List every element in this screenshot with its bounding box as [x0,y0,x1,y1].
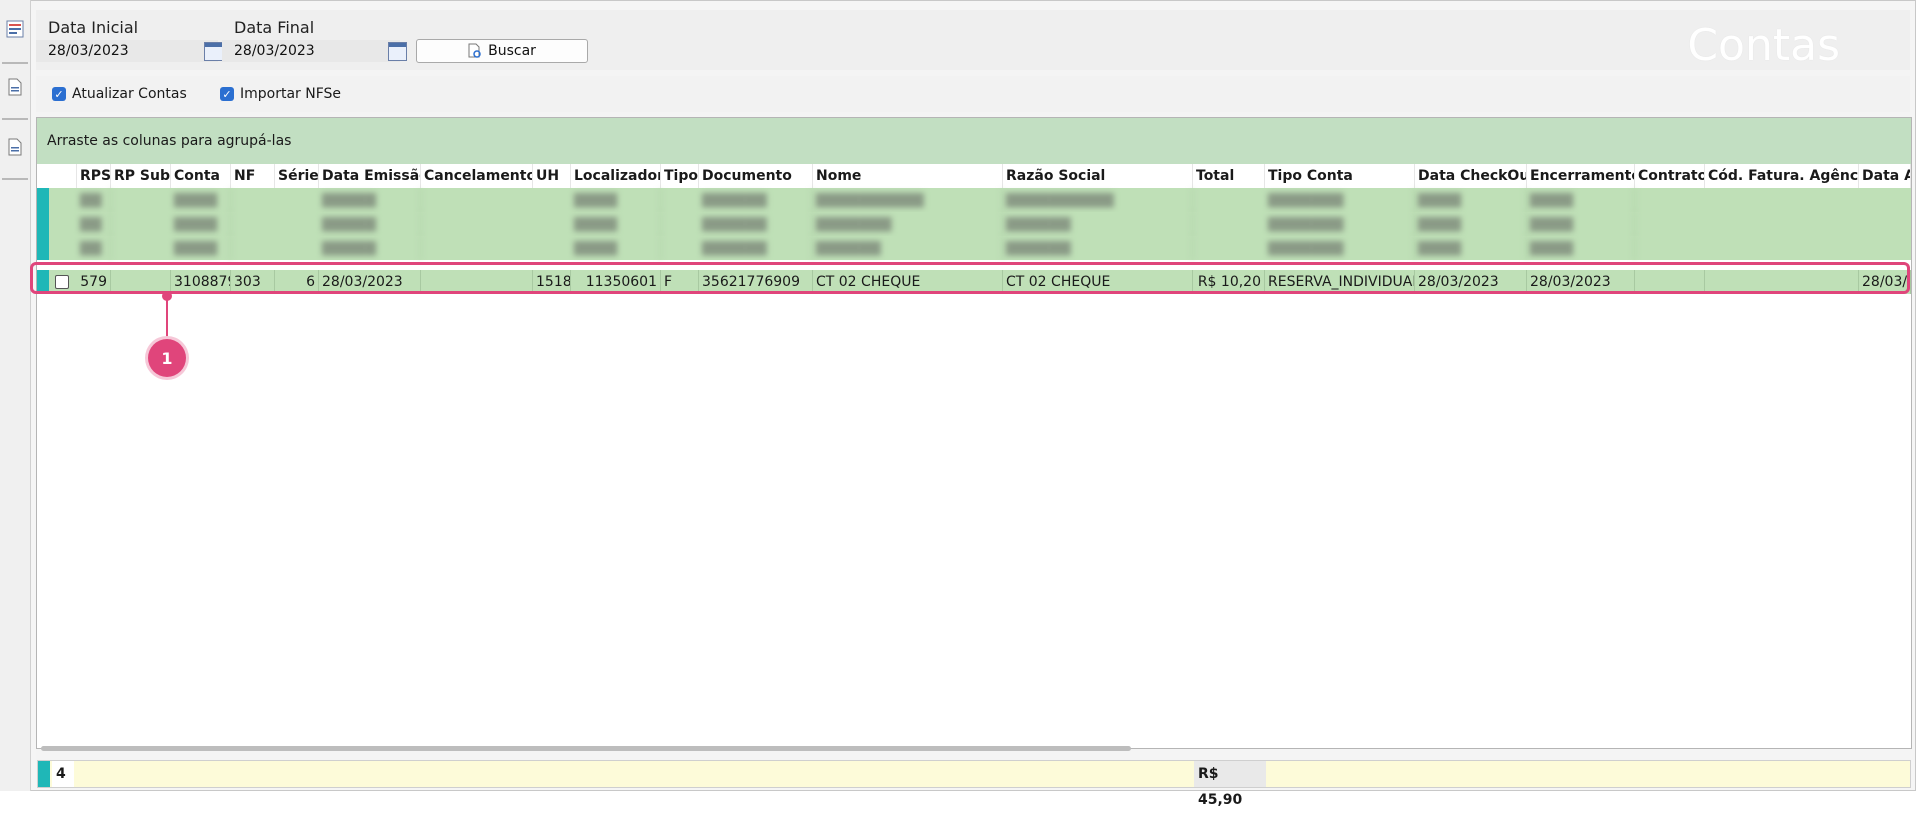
list-icon[interactable] [4,18,26,40]
search-document-icon [468,43,481,58]
calendar-icon[interactable] [204,42,223,61]
row-indicator [37,212,49,236]
importar-nfse-checkbox[interactable]: ✓ Importar NFSe [220,86,341,102]
header-conta[interactable]: Conta [171,164,231,188]
buscar-label: Buscar [488,43,536,59]
grid-header: RPS RP Sub. Conta NF Série Data Emissão … [37,164,1911,188]
header-contrato[interactable]: Contrato [1635,164,1705,188]
calendar-icon[interactable] [388,42,407,61]
check-icon: ✓ [52,87,66,101]
check-icon: ✓ [220,87,234,101]
data-inicial-input[interactable]: 28/03/2023 [36,40,218,62]
footer-count: 4 [52,761,74,787]
page-title: Contas [1687,20,1840,71]
header-localizador[interactable]: Localizador [571,164,661,188]
data-final-label: Data Final [234,18,315,37]
data-final-input[interactable]: 28/03/2023 [222,40,400,62]
atualizar-contas-checkbox[interactable]: ✓ Atualizar Contas [52,86,187,102]
callout-dot [162,291,172,301]
header-encerramento[interactable]: Encerramento [1527,164,1635,188]
header-cancelamento[interactable]: Cancelamento [421,164,533,188]
importar-nfse-label: Importar NFSe [240,86,342,102]
header-cod-fatura-agencia[interactable]: Cód. Fatura. Agência [1705,164,1859,188]
toolbar-separator [2,62,28,64]
grid-footer: 4 R$ 45,90 [37,760,1911,808]
header-rps[interactable]: RPS [77,164,111,188]
header-indicator [37,164,77,188]
filter-area: Data Inicial 28/03/2023 Data Final 28/03… [36,10,1910,71]
header-tipo[interactable]: Tipo [661,164,699,188]
footer-total: R$ 45,90 [1194,761,1266,808]
group-by-bar[interactable]: Arraste as colunas para agrupá-las [37,118,1911,164]
row-indicator [37,236,49,260]
contas-grid: Arraste as colunas para agrupá-las RPS R… [36,117,1912,808]
header-total[interactable]: Total [1193,164,1265,188]
header-data-checkout[interactable]: Data CheckOut [1415,164,1527,188]
left-toolbar [0,0,31,791]
contas-panel: Data Inicial 28/03/2023 Data Final 28/03… [36,10,1912,808]
document-icon[interactable] [4,76,26,98]
footer-indicator [38,761,50,787]
table-row-blurred[interactable]: ▇▇ ▇▇▇▇ ▇▇▇▇▇ ▇▇▇▇ ▇▇▇▇▇▇ ▇▇▇▇▇▇▇▇▇▇ ▇▇▇… [37,188,1911,212]
header-data-emissao[interactable]: Data Emissão [319,164,421,188]
callout-line [166,295,168,343]
callout-badge: 1 [148,339,186,377]
atualizar-contas-label: Atualizar Contas [72,86,187,102]
header-serie[interactable]: Série [275,164,319,188]
header-nf[interactable]: NF [231,164,275,188]
row-highlight-annotation [30,262,1910,294]
options-bar: ✓ Atualizar Contas ✓ Importar NFSe [36,76,1910,112]
report-icon[interactable] [4,136,26,158]
data-inicial-label: Data Inicial [48,18,139,37]
header-tipo-conta[interactable]: Tipo Conta [1265,164,1415,188]
header-rp-sub[interactable]: RP Sub. [111,164,171,188]
header-data-ab[interactable]: Data Ab [1859,164,1911,188]
horizontal-scrollbar[interactable] [41,746,1131,751]
row-indicator [37,188,49,212]
header-uh[interactable]: UH [533,164,571,188]
buscar-button[interactable]: Buscar [416,39,588,63]
header-documento[interactable]: Documento [699,164,813,188]
toolbar-separator [2,118,28,120]
table-row-blurred[interactable]: ▇▇ ▇▇▇▇ ▇▇▇▇▇ ▇▇▇▇ ▇▇▇▇▇▇ ▇▇▇▇▇▇▇ ▇▇▇▇▇▇… [37,212,1911,236]
header-nome[interactable]: Nome [813,164,1003,188]
toolbar-separator [2,178,28,180]
header-razao-social[interactable]: Razão Social [1003,164,1193,188]
table-row-blurred[interactable]: ▇▇ ▇▇▇▇ ▇▇▇▇▇ ▇▇▇▇ ▇▇▇▇▇▇ ▇▇▇▇▇▇ ▇▇▇▇▇▇ … [37,236,1911,260]
